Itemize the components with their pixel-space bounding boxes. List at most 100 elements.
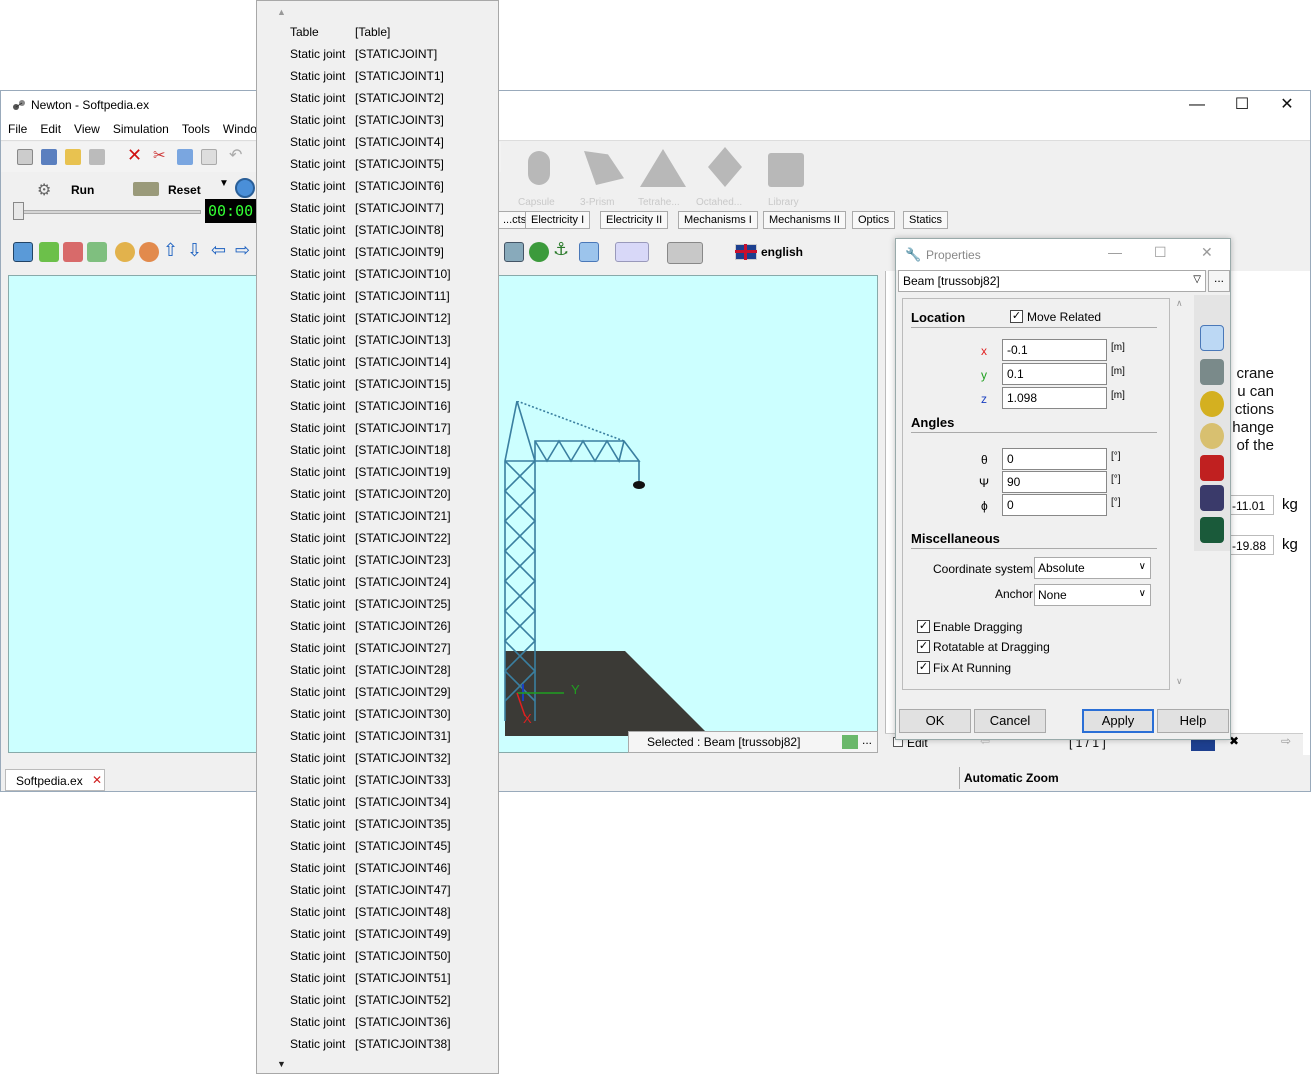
- new-document-icon[interactable]: [41, 149, 57, 165]
- dropdown-list-item[interactable]: Static joint [STATICJOINT50]: [290, 949, 451, 971]
- dropdown-list-item[interactable]: Static joint [STATICJOINT1]: [290, 69, 444, 91]
- psi-input[interactable]: 90: [1002, 471, 1107, 493]
- zoom-out-icon[interactable]: [139, 242, 159, 262]
- fix-running-checkbox[interactable]: ✓: [917, 661, 930, 674]
- dropdown-list-item[interactable]: Static joint [STATICJOINT24]: [290, 575, 451, 597]
- tool-wrench-icon[interactable]: [579, 242, 599, 262]
- delete-icon[interactable]: ✕: [127, 145, 143, 165]
- z-input[interactable]: 1.098: [1002, 387, 1107, 409]
- dropdown-list-item[interactable]: Static joint [STATICJOINT32]: [290, 751, 451, 773]
- bridge-icon[interactable]: [667, 242, 703, 264]
- paste-icon[interactable]: [201, 149, 217, 165]
- dropdown-list-item[interactable]: Static joint [STATICJOINT7]: [290, 201, 444, 223]
- dropdown-list-item[interactable]: Static joint [STATICJOINT6]: [290, 179, 444, 201]
- phi-input[interactable]: 0: [1002, 494, 1107, 516]
- dropdown-list-item[interactable]: Static joint [STATICJOINT22]: [290, 531, 451, 553]
- dropdown-list-item[interactable]: Static joint [STATICJOINT4]: [290, 135, 444, 157]
- dropdown-list-item[interactable]: Static joint [STATICJOINT47]: [290, 883, 451, 905]
- dropdown-list-item[interactable]: Static joint [STATICJOINT25]: [290, 597, 451, 619]
- tab-electricity-2[interactable]: Electricity II: [600, 211, 669, 229]
- object-dropdown-list[interactable]: ▲ Table [Table] Static joint [STATICJOINT] S…: [256, 0, 499, 1074]
- document-tab[interactable]: Softpedia.ex ✕: [5, 769, 105, 791]
- dropdown-list-item[interactable]: Static joint [STATICJOINT26]: [290, 619, 451, 641]
- property-scrollbar[interactable]: ∧ ∨: [1173, 298, 1187, 690]
- pan-up-icon[interactable]: ⇧: [163, 240, 183, 260]
- more-dots-icon[interactable]: ...: [862, 733, 872, 747]
- time-slider-handle[interactable]: [13, 202, 24, 220]
- dropdown-list-item[interactable]: Static joint [STATICJOINT3]: [290, 113, 444, 135]
- stopwatch-icon[interactable]: [235, 178, 255, 198]
- tab-electricity-1[interactable]: Electricity I: [525, 211, 591, 229]
- axis-3d-view-icon[interactable]: [87, 242, 107, 262]
- close-button[interactable]: ✕: [1264, 93, 1310, 117]
- axis-xy-view-icon[interactable]: [13, 242, 33, 262]
- dropdown-list-item[interactable]: Static joint [STATICJOINT52]: [290, 993, 451, 1015]
- run-button[interactable]: ⚙ Run: [37, 180, 127, 200]
- dropdown-list-item[interactable]: Static joint [STATICJOINT45]: [290, 839, 451, 861]
- menu-edit[interactable]: Edit: [33, 119, 67, 136]
- prism-icon[interactable]: [584, 151, 624, 185]
- dropdown-list-item[interactable]: Static joint [STATICJOINT12]: [290, 311, 451, 333]
- next-page-icon[interactable]: ⇨: [1281, 734, 1291, 748]
- fit-view-icon[interactable]: [842, 735, 858, 749]
- tab-mechanisms-2[interactable]: Mechanisms II: [763, 211, 846, 229]
- pan-down-icon[interactable]: ⇩: [187, 240, 207, 260]
- dropdown-list-item[interactable]: Static joint [STATICJOINT48]: [290, 905, 451, 927]
- capsule-icon[interactable]: [528, 151, 550, 185]
- anchor-select[interactable]: None ∨: [1034, 584, 1151, 606]
- dropdown-list-item[interactable]: Static joint [STATICJOINT8]: [290, 223, 444, 245]
- help-button[interactable]: Help: [1157, 709, 1229, 733]
- props-maximize-button[interactable]: ☐: [1154, 244, 1167, 261]
- tab-optics[interactable]: Optics: [852, 211, 896, 229]
- object-more-button[interactable]: ...: [1208, 270, 1230, 292]
- pan-left-icon[interactable]: ⇦: [211, 240, 231, 260]
- dropdown-list-item[interactable]: Static joint [STATICJOINT23]: [290, 553, 451, 575]
- object-select[interactable]: Beam [trussobj82] ▽: [898, 270, 1206, 292]
- apply-button[interactable]: Apply: [1082, 709, 1154, 733]
- cut-icon[interactable]: ✂: [153, 146, 169, 164]
- dropdown-list-item[interactable]: Static joint [STATICJOINT17]: [290, 421, 451, 443]
- dropdown-list-item[interactable]: Static joint [STATICJOINT27]: [290, 641, 451, 663]
- language-button[interactable]: english: [729, 240, 821, 266]
- dropdown-list-item[interactable]: Static joint [STATICJOINT31]: [290, 729, 451, 751]
- theta-input[interactable]: 0: [1002, 448, 1107, 470]
- dropdown-list-item[interactable]: Static joint [STATICJOINT51]: [290, 971, 451, 993]
- tab-mechanisms-1[interactable]: Mechanisms I: [678, 211, 758, 229]
- dropdown-list-item[interactable]: Static joint [STATICJOINT46]: [290, 861, 451, 883]
- dropdown-list-item[interactable]: Static joint [STATICJOINT2]: [290, 91, 444, 113]
- dropdown-list-item[interactable]: Static joint [STATICJOINT]: [290, 47, 437, 69]
- dropdown-list-item[interactable]: Static joint [STATICJOINT20]: [290, 487, 451, 509]
- scroll-down-icon[interactable]: ∨: [1176, 676, 1183, 687]
- frame-view-icon[interactable]: [504, 242, 524, 262]
- y-input[interactable]: 0.1: [1002, 363, 1107, 385]
- dropdown-list-item[interactable]: Table [Table]: [290, 25, 390, 47]
- save-icon[interactable]: [89, 149, 105, 165]
- dropdown-list-item[interactable]: Static joint [STATICJOINT49]: [290, 927, 451, 949]
- coord-system-select[interactable]: Absolute ∨: [1034, 557, 1151, 579]
- dropdown-list-item[interactable]: Static joint [STATICJOINT16]: [290, 399, 451, 421]
- dropdown-list-item[interactable]: Static joint [STATICJOINT35]: [290, 817, 451, 839]
- octahedron-icon[interactable]: [708, 147, 742, 187]
- zoom-in-icon[interactable]: [115, 242, 135, 262]
- dropdown-list-item[interactable]: Static joint [STATICJOINT11]: [290, 289, 450, 311]
- menu-tools[interactable]: Tools: [175, 119, 216, 136]
- menu-simulation[interactable]: Simulation: [106, 119, 175, 136]
- dropdown-list-item[interactable]: Static joint [STATICJOINT29]: [290, 685, 451, 707]
- dropdown-list-item[interactable]: Static joint [STATICJOINT10]: [290, 267, 451, 289]
- props-minimize-button[interactable]: —: [1108, 244, 1122, 260]
- scroll-down-icon[interactable]: ▼: [277, 1059, 286, 1069]
- maximize-button[interactable]: ☐: [1219, 93, 1265, 117]
- dropdown-list-item[interactable]: Static joint [STATICJOINT34]: [290, 795, 451, 817]
- dropdown-list-item[interactable]: Static joint [STATICJOINT33]: [290, 773, 451, 795]
- tab-statics[interactable]: Statics: [903, 211, 949, 229]
- cancel-button[interactable]: Cancel: [974, 709, 1046, 733]
- scroll-up-icon[interactable]: ▲: [277, 7, 286, 17]
- minimize-button[interactable]: —: [1174, 93, 1220, 117]
- dropdown-list-item[interactable]: Static joint [STATICJOINT9]: [290, 245, 444, 267]
- close-tab-icon[interactable]: ✕: [92, 773, 102, 787]
- joint-category-icon[interactable]: [1200, 485, 1224, 511]
- menu-file[interactable]: File: [1, 119, 33, 136]
- copy-icon[interactable]: [177, 149, 193, 165]
- tetrahedron-icon[interactable]: [640, 149, 686, 187]
- rotatable-checkbox[interactable]: ✓: [917, 640, 930, 653]
